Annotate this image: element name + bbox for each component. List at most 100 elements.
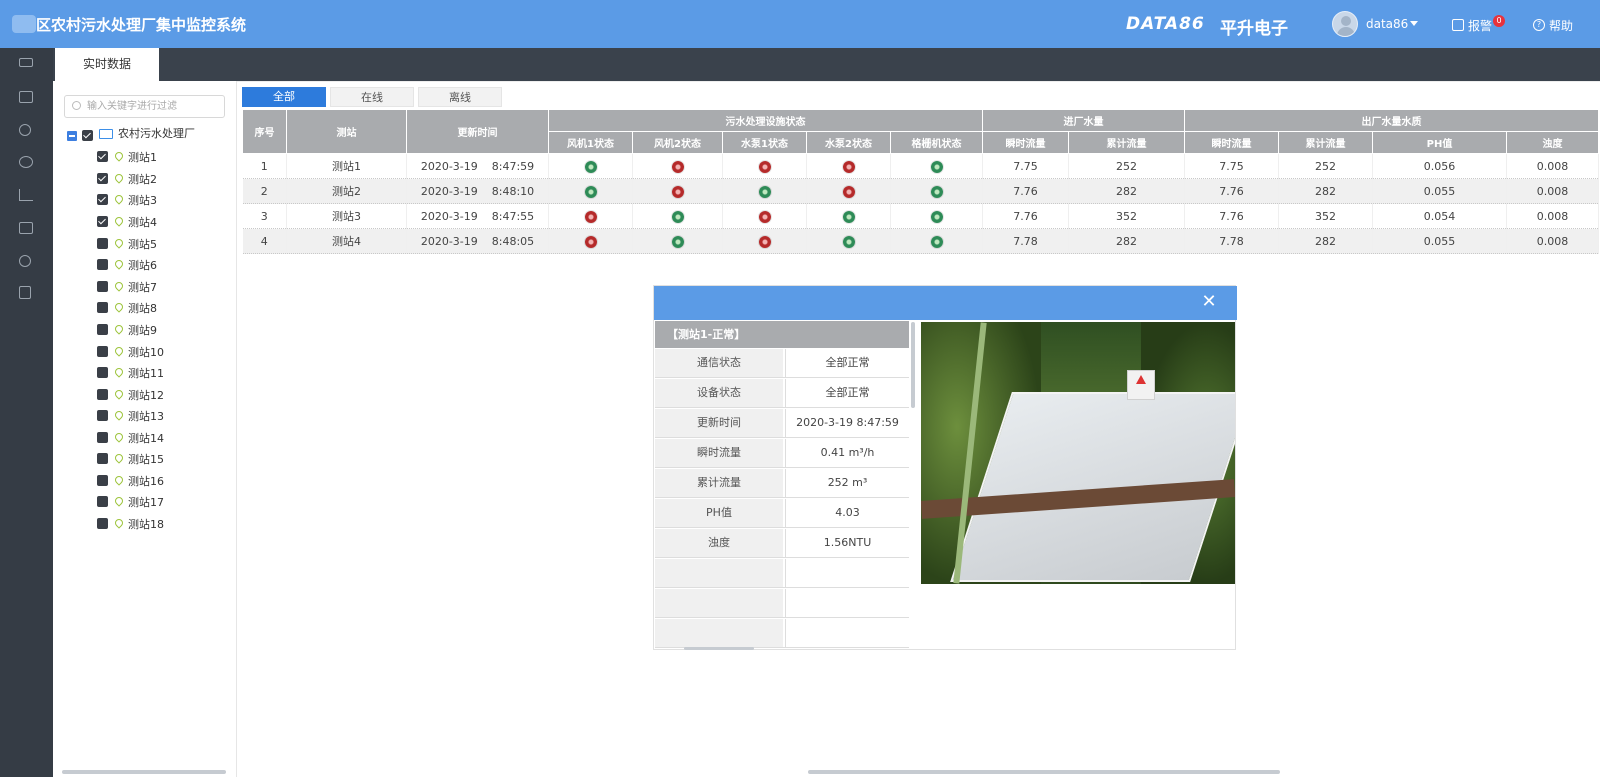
tree-item-station[interactable]: 测站9 [128,323,157,339]
bell-icon[interactable] [1452,19,1464,31]
popup-horizontal-scrollbar[interactable] [684,647,754,650]
tree-item-station[interactable]: 测站18 [128,517,164,533]
avatar[interactable] [1332,11,1358,37]
station-checkbox[interactable] [97,281,108,292]
chevron-down-icon[interactable] [1410,21,1418,26]
tab-realtime-data[interactable]: 实时数据 [55,48,159,82]
tree-item-station[interactable]: 测站1 [128,150,157,166]
main-scrollbar[interactable] [808,770,1280,774]
tree-item-station[interactable]: 测站15 [128,452,164,468]
cell-out-total: 282 [1278,228,1373,254]
station-checkbox[interactable] [97,324,108,335]
tree-item-station[interactable]: 测站11 [128,366,164,382]
info-value [785,559,909,587]
cell-ph: 0.055 [1372,228,1507,254]
alarm-link[interactable]: 报警 [1468,17,1492,34]
help-link[interactable]: 帮助 [1549,17,1573,34]
monitor-icon[interactable] [19,91,33,103]
popup-vertical-scrollbar[interactable] [911,322,915,408]
map-pin-icon[interactable] [19,124,31,136]
table-row[interactable]: 1 测站1 2020-3-19 8:47:59 7.75 252 7.75 252 0.056… [242,153,1599,179]
station-checkbox[interactable] [97,453,108,464]
update-time: 8:48:10 [491,184,535,198]
tree-item-station[interactable]: 测站12 [128,388,164,404]
status-ok-icon [842,210,855,223]
tree-item-station[interactable]: 测站16 [128,474,164,490]
station-checkbox[interactable] [97,302,108,313]
filter-tab-offline[interactable]: 离线 [418,87,502,107]
station-checkbox[interactable] [97,475,108,486]
station-checkbox[interactable] [97,173,108,184]
status-ok-icon [584,160,597,173]
user-name[interactable]: data86 [1366,17,1408,31]
update-date: 2020-3-19 [420,184,478,198]
tree-item-station[interactable]: 测站17 [128,495,164,511]
tree-item-station[interactable]: 测站6 [128,258,157,274]
help-icon[interactable]: ? [1533,19,1545,31]
tree-item-station[interactable]: 测站7 [128,280,157,296]
station-checkbox[interactable] [97,194,108,205]
info-value [785,619,909,647]
update-date: 2020-3-19 [420,159,478,173]
collapse-icon[interactable] [67,131,77,141]
update-date: 2020-3-19 [420,234,478,248]
info-row: 设备状态 全部正常 [655,379,909,408]
tree-scrollbar[interactable] [62,770,226,774]
station-checkbox[interactable] [97,259,108,270]
filter-tab-online[interactable]: 在线 [330,87,414,107]
cell-turbidity: 0.008 [1506,228,1599,254]
tree-item-station[interactable]: 测站3 [128,193,157,209]
cell-update-time: 2020-3-19 8:48:05 [406,228,549,254]
table-row[interactable]: 2 测站2 2020-3-19 8:48:10 7.76 282 7.76 282 0.055… [242,178,1599,204]
left-nav [0,48,53,777]
brand-logo: DATA86 [1126,14,1205,34]
table-row[interactable]: 3 测站3 2020-3-19 8:47:55 7.76 352 7.76 352 0.054… [242,203,1599,229]
station-checkbox[interactable] [97,346,108,357]
station-checkbox[interactable] [97,410,108,421]
tree-item-station[interactable]: 测站2 [128,172,157,188]
top-bar: 区农村污水处理厂集中监控系统 DATA86 平升电子 data86 报警 0 ?… [0,0,1600,48]
gear-icon[interactable] [19,255,31,267]
col-header-ph: PH值 [1372,131,1507,154]
station-checkbox[interactable] [97,216,108,227]
info-key: 浊度 [655,529,783,557]
root-checkbox[interactable] [82,130,93,141]
bar-chart-icon[interactable] [19,189,33,201]
tree-item-station[interactable]: 测站5 [128,237,157,253]
station-checkbox[interactable] [97,518,108,529]
tree-item-station[interactable]: 测站4 [128,215,157,231]
station-checkbox[interactable] [97,367,108,378]
pie-chart-icon[interactable] [19,156,33,168]
cell-status [806,178,891,204]
cell-update-time: 2020-3-19 8:47:59 [406,153,549,179]
tree-item-station[interactable]: 测站14 [128,431,164,447]
table-row[interactable]: 4 测站4 2020-3-19 8:48:05 7.78 282 7.78 282 0.055… [242,228,1599,254]
cell-out-flow: 7.76 [1184,203,1279,229]
search-input[interactable]: 输入关键字进行过滤 [64,95,225,118]
tree-item-station[interactable]: 测站8 [128,301,157,317]
status-ok-icon [584,185,597,198]
update-time: 8:47:59 [491,159,535,173]
info-row [655,559,909,588]
close-icon[interactable]: ✕ [1201,293,1217,311]
info-value: 1.56NTU [785,529,909,557]
filter-tab-all[interactable]: 全部 [242,87,326,107]
status-ok-icon [671,235,684,248]
status-alarm-icon [842,185,855,198]
tree-item-station[interactable]: 测站13 [128,409,164,425]
info-row: 更新时间 2020-3-19 8:47:59 [655,409,909,438]
book-icon[interactable] [19,222,33,234]
report-icon[interactable] [19,286,31,299]
cell-status [548,203,633,229]
station-checkbox[interactable] [97,496,108,507]
station-detail-popup: ✕ 【测站1-正常】 通信状态 全部正常 设备状态 全部正常 更新时间 2020-3-19… [653,285,1237,650]
tree-item-station[interactable]: 测站10 [128,345,164,361]
station-checkbox[interactable] [97,389,108,400]
cell-status [890,228,983,254]
tree-root-label[interactable]: 农村污水处理厂 [118,126,195,142]
station-checkbox[interactable] [97,432,108,443]
station-checkbox[interactable] [97,151,108,162]
station-checkbox[interactable] [97,238,108,249]
cell-turbidity: 0.008 [1506,178,1599,204]
list-icon[interactable] [19,58,33,67]
